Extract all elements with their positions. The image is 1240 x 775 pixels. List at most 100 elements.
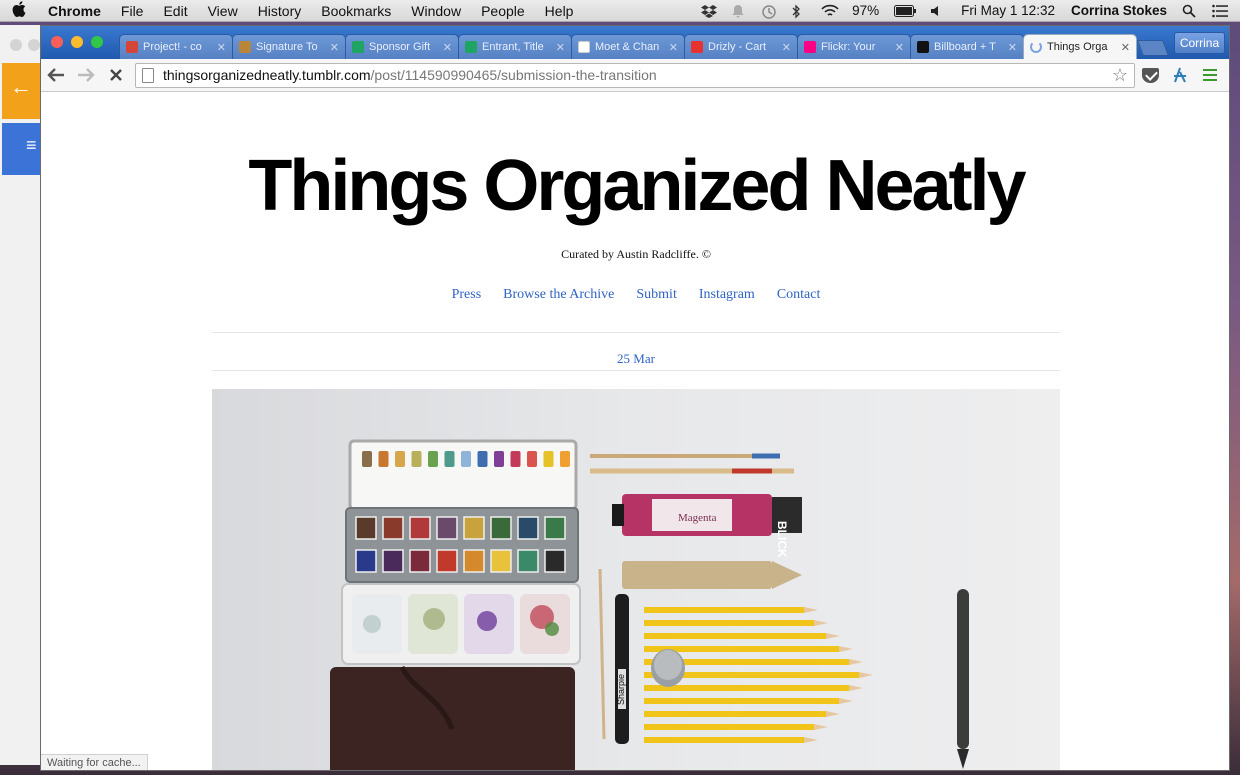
close-tab-icon[interactable]: ✕	[217, 41, 226, 54]
paint-pan	[355, 516, 377, 540]
tab-label: Billboard + T	[934, 41, 996, 53]
pencil-tip	[804, 737, 818, 743]
tab-strip: Project! - co ✕ Signature To ✕ Sponsor Gift ✕…	[41, 26, 1229, 59]
pencil	[644, 711, 826, 717]
pocket-extension-icon[interactable]	[1135, 61, 1165, 89]
paint-swatch	[428, 451, 438, 467]
nav-browse-archive[interactable]: Browse the Archive	[503, 287, 614, 303]
close-tab-icon[interactable]: ✕	[556, 41, 565, 54]
menu-window[interactable]: Window	[401, 3, 471, 19]
menu-view[interactable]: View	[198, 3, 248, 19]
battery-percent: 97%	[852, 3, 880, 18]
chrome-menu-icon[interactable]	[1195, 61, 1225, 89]
menu-bookmarks[interactable]: Bookmarks	[311, 3, 401, 19]
gmail-icon	[126, 41, 138, 53]
tabs: Project! - co ✕ Signature To ✕ Sponsor Gift ✕…	[119, 34, 1169, 59]
profile-button[interactable]: Corrina	[1174, 32, 1225, 54]
paint-pan	[490, 516, 512, 540]
zoom-window-button[interactable]	[91, 36, 103, 48]
address-bar[interactable]: thingsorganizedneatly.tumblr.com/post/11…	[135, 62, 1135, 88]
nav-contact[interactable]: Contact	[777, 287, 821, 303]
time-machine-icon[interactable]	[761, 4, 777, 19]
post-photo[interactable]: BLICK Magenta Sharpie	[212, 389, 1060, 770]
nav-submit[interactable]: Submit	[636, 287, 676, 303]
menu-history[interactable]: History	[248, 3, 312, 19]
close-window-button[interactable]	[51, 36, 63, 48]
browser-tab[interactable]: Project! - co ✕	[119, 34, 233, 59]
divider	[212, 332, 1060, 333]
bluetooth-icon[interactable]	[791, 3, 807, 19]
close-tab-icon[interactable]: ✕	[330, 41, 339, 54]
paint-brushes	[590, 453, 794, 474]
nav-press[interactable]: Press	[452, 287, 482, 303]
paint-pan	[409, 516, 431, 540]
sanding-pad	[622, 561, 802, 589]
spotlight-search-icon[interactable]	[1182, 4, 1198, 18]
browser-tab[interactable]: Billboard + T ✕	[910, 34, 1024, 59]
paint-pan	[544, 516, 566, 540]
background-menu-icon: ≡	[2, 123, 40, 175]
pencil	[644, 607, 804, 613]
paint-swatch	[510, 451, 521, 467]
bookmark-star-icon[interactable]: ☆	[1112, 65, 1128, 86]
post-date[interactable]: 25 Mar	[41, 351, 1229, 367]
drizly-icon	[691, 41, 703, 53]
apple-icon[interactable]	[0, 0, 38, 21]
menubar-user[interactable]: Corrina Stokes	[1063, 3, 1175, 18]
minimize-window-button[interactable]	[71, 36, 83, 48]
notification-center-icon[interactable]	[1212, 4, 1228, 18]
pencil	[644, 620, 814, 626]
menu-app-chrome[interactable]: Chrome	[38, 3, 111, 19]
extension-icon[interactable]	[1165, 61, 1195, 89]
pencil-tip	[804, 607, 818, 613]
browser-tab[interactable]: Drizly - Cart ✕	[684, 34, 798, 59]
forward-button[interactable]	[71, 61, 101, 89]
paint-swatch	[477, 451, 488, 467]
nav-instagram[interactable]: Instagram	[699, 287, 755, 303]
browser-tab[interactable]: Entrant, Title ✕	[458, 34, 572, 59]
close-tab-icon[interactable]: ✕	[1008, 41, 1017, 54]
menu-file[interactable]: File	[111, 3, 154, 19]
browser-tab[interactable]: Signature To ✕	[232, 34, 346, 59]
background-window: ← ≡	[0, 25, 40, 765]
tab-label: Project! - co	[143, 41, 202, 53]
menu-edit[interactable]: Edit	[153, 3, 197, 19]
browser-tab[interactable]: Sponsor Gift ✕	[345, 34, 459, 59]
browser-tab[interactable]: Flickr: Your ✕	[797, 34, 911, 59]
back-button[interactable]	[41, 61, 71, 89]
wifi-icon[interactable]	[821, 4, 839, 18]
close-tab-icon[interactable]: ✕	[443, 41, 452, 54]
volume-icon[interactable]	[930, 4, 946, 18]
close-tab-icon[interactable]: ✕	[895, 41, 904, 54]
close-tab-icon[interactable]: ✕	[1121, 41, 1130, 54]
tab-label: Moet & Chan	[595, 41, 660, 53]
new-tab-button[interactable]	[1137, 40, 1169, 56]
page-icon[interactable]	[142, 67, 154, 83]
battery-icon[interactable]	[894, 4, 917, 18]
paint-swatch	[444, 451, 455, 467]
background-window-controls	[10, 39, 40, 51]
paint-pan	[517, 516, 539, 540]
browser-tab[interactable]: Things Orga ✕	[1023, 34, 1137, 59]
menu-help[interactable]: Help	[535, 3, 584, 19]
pencil	[644, 737, 804, 743]
paint-swatch	[411, 451, 422, 467]
tube-color-label: Magenta	[678, 512, 717, 524]
menubar-clock[interactable]: Fri May 1 12:32	[953, 3, 1063, 18]
notification-bell-icon[interactable]	[731, 4, 747, 18]
site-title[interactable]: Things Organized Neatly	[41, 145, 1229, 227]
tab-label: Entrant, Title	[482, 41, 544, 53]
menu-people[interactable]: People	[471, 3, 535, 19]
close-tab-icon[interactable]: ✕	[669, 41, 678, 54]
pencil-tip	[859, 672, 873, 678]
tab-label: Flickr: Your	[821, 41, 876, 53]
stop-loading-button[interactable]	[101, 61, 131, 89]
divider	[212, 370, 1060, 371]
pencil-tip	[849, 659, 863, 665]
pencil	[644, 698, 839, 704]
dropbox-icon[interactable]	[701, 4, 718, 18]
pencil	[644, 633, 826, 639]
small-tin	[651, 649, 685, 687]
browser-tab[interactable]: Moet & Chan ✕	[571, 34, 685, 59]
close-tab-icon[interactable]: ✕	[782, 41, 791, 54]
